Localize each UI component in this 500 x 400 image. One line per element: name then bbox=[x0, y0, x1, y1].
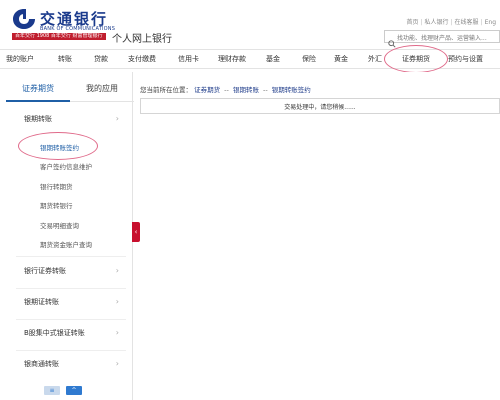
status-message: 交易处理中，请您稍候...... bbox=[284, 104, 356, 111]
chevron-right-icon: › bbox=[115, 328, 119, 337]
scroll-up-button[interactable]: ^ bbox=[66, 386, 82, 395]
breadcrumb-item[interactable]: 证券期货 bbox=[194, 86, 220, 94]
sidebar-subitem-signup[interactable]: 银期转账签约 bbox=[40, 142, 79, 152]
bank-portal-page: 交通银行 BANK OF COMMUNICATIONS 百年交行 1908 百年… bbox=[0, 0, 500, 400]
divider bbox=[16, 256, 126, 257]
nav-insurance[interactable]: 保险 bbox=[302, 54, 316, 64]
search-input[interactable]: 找功能、找理财产品、运营输入... bbox=[397, 33, 487, 42]
sidebar-group-label: 银商通转账 bbox=[24, 360, 59, 368]
nav-funds[interactable]: 基金 bbox=[266, 54, 280, 64]
main-nav: 我的账户 转账 贷款 支付缴费 信用卡 理财存款 基金 保险 黄金 外汇 证券期… bbox=[0, 49, 500, 69]
nav-credit-card[interactable]: 信用卡 bbox=[178, 54, 199, 64]
nav-loans[interactable]: 贷款 bbox=[94, 54, 108, 64]
sidebar-group-label: 银行证券转账 bbox=[24, 267, 66, 275]
divider bbox=[16, 288, 126, 289]
nav-transfer[interactable]: 转账 bbox=[58, 54, 72, 64]
chevron-right-icon: › bbox=[115, 297, 119, 306]
sidebar-group-bank-securities[interactable]: 银行证券转账 › bbox=[0, 260, 133, 282]
sidebar-subitem-transaction-query[interactable]: 交易明细查询 bbox=[40, 220, 79, 230]
sidebar-group-futures-securities[interactable]: 银期证转账 › bbox=[0, 291, 133, 313]
top-links: 首页 | 私人银行 | 在线客服 | Eng bbox=[406, 17, 496, 26]
chevron-right-icon: › bbox=[115, 114, 119, 123]
breadcrumb: 您当前所在位置： 证券期货 -- 银期转账 -- 银期转账签约 bbox=[140, 84, 311, 94]
search-icon[interactable] bbox=[388, 33, 396, 48]
breadcrumb-current: 银期转账签约 bbox=[271, 86, 311, 94]
top-link-english[interactable]: Eng bbox=[485, 19, 496, 26]
sidebar-group-b-shares[interactable]: B股集中式银证转账 › bbox=[0, 322, 133, 344]
nav-wealth-deposits[interactable]: 理财存款 bbox=[218, 54, 246, 64]
chevron-right-icon: › bbox=[115, 359, 119, 368]
divider: | bbox=[450, 19, 453, 26]
divider bbox=[16, 319, 126, 320]
sidebar-tabs: 证券期货 我的应用 bbox=[0, 76, 134, 102]
main-content: 您当前所在位置： 证券期货 -- 银期转账 -- 银期转账签约 交易处理中，请您… bbox=[140, 72, 500, 400]
bank-logo-icon[interactable] bbox=[12, 8, 36, 30]
sidebar-subitem-bank-to-futures[interactable]: 银行转期货 bbox=[40, 181, 73, 191]
sidebar-subitem-futures-to-bank[interactable]: 期货转银行 bbox=[40, 200, 73, 210]
sidebar-group-label: 银期转账 bbox=[24, 115, 52, 123]
nav-gold[interactable]: 黄金 bbox=[334, 54, 348, 64]
breadcrumb-separator: -- bbox=[263, 86, 268, 94]
nav-securities-futures[interactable]: 证券期货 bbox=[402, 54, 430, 64]
sidebar-group-merchant-transfer[interactable]: 银商通转账 › bbox=[0, 353, 133, 375]
divider: | bbox=[420, 19, 423, 26]
portal-title: 个人网上银行 bbox=[112, 34, 172, 45]
sidebar-group-label: 银期证转账 bbox=[24, 298, 59, 306]
breadcrumb-prefix: 您当前所在位置： bbox=[140, 86, 192, 94]
chevron-right-icon: › bbox=[115, 266, 119, 275]
sidebar-subitem-fund-account-query[interactable]: 期货资金账户查询 bbox=[40, 239, 92, 249]
breadcrumb-separator: -- bbox=[224, 86, 229, 94]
top-link-home[interactable]: 首页 bbox=[406, 19, 418, 26]
sidebar-subitem-client-info[interactable]: 客户签约信息维护 bbox=[40, 161, 92, 171]
top-link-private-banking[interactable]: 私人银行 bbox=[425, 19, 449, 26]
nav-appointments-settings[interactable]: 预约与设置 bbox=[448, 54, 483, 64]
nav-forex[interactable]: 外汇 bbox=[368, 54, 382, 64]
tab-securities-futures[interactable]: 证券期货 bbox=[6, 76, 70, 102]
sidebar-group-bank-futures-transfer[interactable]: 银期转账 › bbox=[0, 108, 133, 130]
top-link-online-service[interactable]: 在线客服 bbox=[455, 19, 479, 26]
search-box[interactable]: 找功能、找理财产品、运营输入... bbox=[384, 30, 500, 48]
status-box: 交易处理中，请您稍候...... bbox=[140, 98, 500, 114]
sidebar: 证券期货 我的应用 银期转账 › 银期转账签约 客户签约信息维护 银行转期货 期… bbox=[0, 72, 134, 400]
collapse-sidebar-button[interactable]: ‹ bbox=[132, 222, 140, 242]
nav-payments[interactable]: 支付缴费 bbox=[128, 54, 156, 64]
divider: | bbox=[480, 19, 483, 26]
divider bbox=[16, 350, 126, 351]
bank-name-en: BANK OF COMMUNICATIONS bbox=[40, 26, 116, 32]
breadcrumb-item[interactable]: 银期转账 bbox=[233, 86, 259, 94]
slogan-badge: 百年交行 1908 百年交行 财富管理银行 bbox=[12, 33, 106, 40]
menu-toggle-button[interactable]: ≡ bbox=[44, 386, 60, 395]
tab-my-apps[interactable]: 我的应用 bbox=[70, 76, 134, 102]
header: 交通银行 BANK OF COMMUNICATIONS 百年交行 1908 百年… bbox=[0, 0, 500, 48]
sidebar-group-label: B股集中式银证转账 bbox=[24, 329, 85, 337]
nav-my-account[interactable]: 我的账户 bbox=[6, 54, 34, 64]
